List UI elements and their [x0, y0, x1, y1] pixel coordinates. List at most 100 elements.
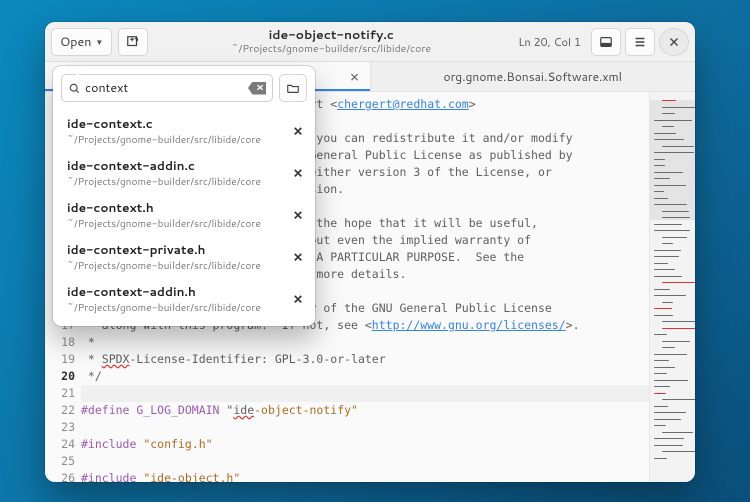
minimap-line — [654, 406, 668, 407]
window-title: ide-object-notify.c — [154, 28, 508, 42]
clear-search-icon[interactable] — [248, 82, 266, 95]
tab-close-icon[interactable]: ✕ — [349, 68, 359, 85]
minimap-line — [662, 282, 695, 283]
minimap-line — [654, 204, 687, 205]
minimap-line — [654, 159, 665, 160]
code-line: #include "config.h" — [81, 436, 649, 453]
search-input[interactable] — [81, 79, 248, 97]
result-remove-icon[interactable]: ✕ — [293, 207, 303, 224]
minimap-viewport[interactable] — [650, 100, 695, 220]
minimap-line — [662, 302, 673, 303]
line-number: 18 — [45, 334, 75, 351]
line-number: 19 — [45, 351, 75, 368]
result-remove-icon[interactable]: ✕ — [293, 249, 303, 266]
minimap-line — [654, 412, 686, 413]
editor-tab[interactable]: org.gnome.Bonsai.Software.xml — [371, 62, 696, 91]
minimap-line — [654, 438, 684, 439]
close-window-button[interactable] — [659, 28, 689, 56]
browse-folder-button[interactable] — [279, 74, 307, 102]
minimap-line — [654, 289, 670, 290]
code-line — [81, 385, 649, 402]
code-line — [81, 453, 649, 470]
minimap-line — [654, 120, 692, 121]
minimap-line — [662, 107, 695, 108]
minimap-line — [654, 185, 686, 186]
minimap-line — [662, 126, 674, 127]
minimap-line — [662, 211, 689, 212]
search-result[interactable]: ide-context-addin.c~/Projects/gnome-buil… — [53, 152, 315, 194]
minimap-line — [662, 341, 690, 342]
open-button-label: Open — [60, 33, 91, 51]
minimap-line — [662, 146, 694, 147]
minimap-line — [654, 133, 676, 134]
minimap-line — [662, 237, 687, 238]
minimap-line — [654, 393, 666, 394]
result-remove-icon[interactable]: ✕ — [293, 291, 303, 308]
minimap-line — [654, 445, 683, 446]
minimap-line — [654, 276, 682, 277]
minimap-line — [654, 315, 673, 316]
minimap-line — [662, 217, 690, 218]
search-box[interactable] — [61, 74, 273, 102]
line-number: 23 — [45, 419, 75, 436]
result-remove-icon[interactable]: ✕ — [293, 165, 303, 182]
code-line: #include "ide-object.h" — [81, 470, 649, 482]
tab-label: org.gnome.Bonsai.Software.xml — [444, 68, 622, 85]
result-remove-icon[interactable]: ✕ — [293, 123, 303, 140]
minimap-line — [654, 250, 681, 251]
close-icon — [667, 35, 681, 49]
minimap-line — [654, 373, 667, 374]
minimap-line — [654, 367, 675, 368]
line-number: 21 — [45, 385, 75, 402]
search-result[interactable]: ide-context.c~/Projects/gnome-builder/sr… — [53, 110, 315, 152]
result-filename: ide-context.h — [67, 199, 285, 216]
search-result[interactable]: ide-context.h~/Projects/gnome-builder/sr… — [53, 194, 315, 236]
new-tab-button[interactable] — [118, 28, 148, 56]
minimap-line — [654, 191, 664, 192]
code-line — [81, 419, 649, 436]
minimap-line — [654, 386, 670, 387]
app-window: Open ▼ ide-object-notify.c ~/Projects/gn… — [45, 22, 695, 482]
line-number: 25 — [45, 453, 75, 470]
minimap-line — [662, 113, 675, 114]
minimap-line — [654, 334, 667, 335]
code-line: * SPDX-License-Identifier: GPL-3.0-or-la… — [81, 351, 649, 368]
line-number: 26 — [45, 470, 75, 482]
minimap-line — [654, 256, 679, 257]
code-line: */ — [81, 368, 649, 385]
open-button[interactable]: Open ▼ — [51, 28, 112, 56]
search-result[interactable]: ide-context-private.h~/Projects/gnome-bu… — [53, 236, 315, 278]
hamburger-icon — [633, 35, 647, 49]
minimap-line — [662, 328, 695, 329]
minimap-line — [654, 269, 675, 270]
header-bar: Open ▼ ide-object-notify.c ~/Projects/gn… — [45, 22, 695, 62]
minimap-line — [654, 354, 687, 355]
line-number: 20 — [45, 368, 75, 385]
result-path: ~/Projects/gnome-builder/src/libide/core — [67, 175, 285, 189]
toggle-panel-button[interactable] — [591, 28, 621, 56]
menu-button[interactable] — [625, 28, 655, 56]
code-line: * — [81, 334, 649, 351]
minimap-line — [654, 458, 667, 459]
search-results: ide-context.c ~/Projects/gnome-builder/sr… — [53, 108, 315, 326]
minimap-line — [654, 178, 670, 179]
search-icon — [68, 82, 81, 95]
minimap-line — [654, 419, 681, 420]
panel-icon — [599, 35, 613, 49]
window-subtitle: ~/Projects/gnome-builder/src/libide/core — [154, 43, 508, 55]
minimap-line — [662, 399, 695, 400]
new-tab-icon — [126, 35, 140, 49]
folder-open-icon — [286, 81, 300, 95]
line-number: 24 — [45, 436, 75, 453]
minimap-line — [654, 263, 668, 264]
result-filename: ide-context-addin.h — [67, 283, 285, 300]
search-result[interactable]: ide-context-addin.h~/Projects/gnome-buil… — [53, 278, 315, 320]
title-box: ide-object-notify.c ~/Projects/gnome-bui… — [154, 28, 508, 54]
minimap-line — [654, 425, 666, 426]
result-path: ~/Projects/gnome-builder/src/libide/core — [67, 217, 285, 231]
minimap[interactable] — [649, 92, 695, 482]
cursor-position: Ln 20, Col 1 — [514, 34, 585, 50]
result-path: ~/Projects/gnome-builder/src/libide/core — [67, 259, 285, 273]
chevron-down-icon: ▼ — [95, 36, 103, 48]
result-filename: ide-context.c — [67, 115, 285, 132]
